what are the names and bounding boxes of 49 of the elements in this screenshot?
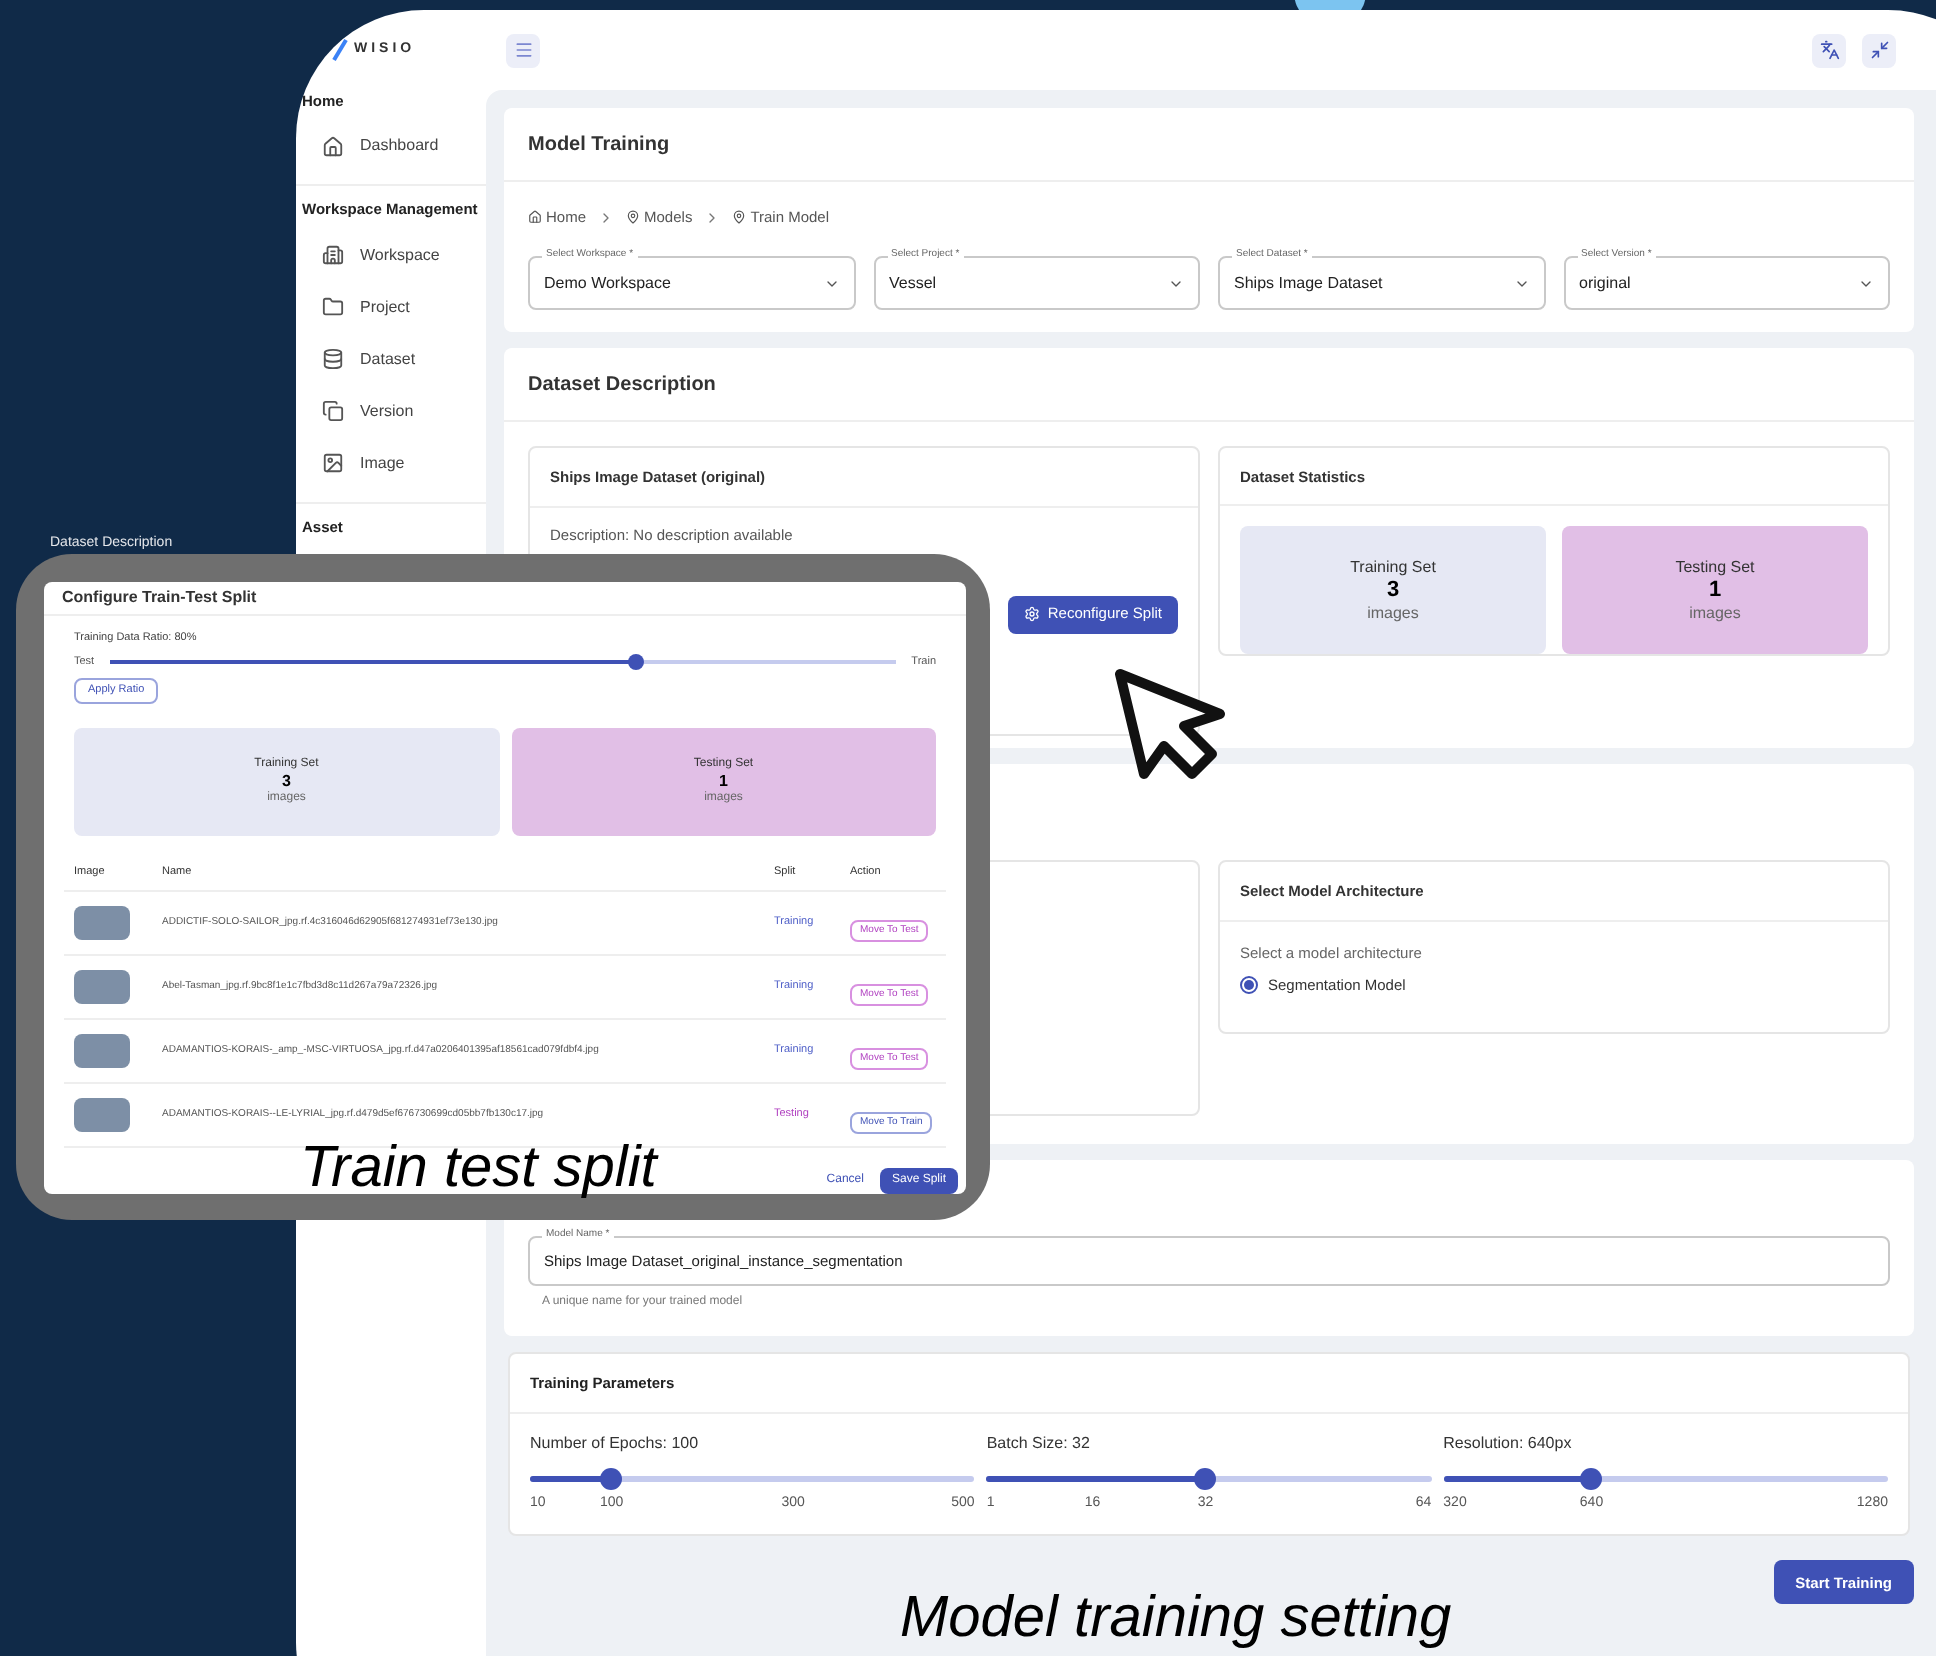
folder-icon (322, 296, 344, 318)
photo-placeholder (74, 970, 130, 1004)
photo-placeholder (74, 1098, 130, 1132)
home-icon (322, 135, 344, 158)
pin-icon (626, 210, 641, 225)
building-icon (322, 244, 344, 266)
modal-title: Configure Train-Test Split (62, 585, 257, 610)
slider-label: Resolution: 640px (1443, 1432, 1574, 1457)
logo-mark-icon (332, 38, 348, 62)
set-count: 1 (1708, 579, 1722, 602)
slider-label: Number of Epochs: 100 (530, 1432, 701, 1457)
fullscreen-button[interactable] (1862, 33, 1896, 67)
slider-label: Batch Size: 32 (986, 1432, 1092, 1457)
menu-button[interactable] (506, 33, 540, 67)
slider-thumb[interactable] (600, 1468, 623, 1491)
set-unit: images (1689, 601, 1741, 626)
home-icon (528, 210, 542, 225)
translate-button[interactable] (1812, 33, 1846, 67)
menu-icon (513, 40, 533, 60)
translate-icon (1819, 40, 1839, 60)
set-unit: images (1367, 601, 1419, 626)
set-count: 3 (1386, 579, 1400, 602)
set-count: 1 (719, 774, 728, 790)
settings-icon (1023, 606, 1040, 622)
slider-thumb[interactable] (1194, 1468, 1217, 1491)
sidebar-item[interactable]: Dataset (296, 333, 486, 385)
sidebar-item[interactable]: Dashboard (296, 120, 486, 173)
set-label: Training Set (1350, 555, 1436, 580)
sidebar-item[interactable]: Workspace (296, 229, 486, 281)
sidebar-item[interactable]: Version (296, 385, 486, 437)
caption: Train test split (300, 1134, 657, 1204)
copy-icon (322, 400, 344, 422)
section-title: Dataset Description (528, 371, 716, 400)
page-title: Model Training (528, 131, 670, 159)
slider-thumb[interactable] (1580, 1468, 1603, 1491)
set-count: 3 (282, 774, 291, 790)
slider-thumb[interactable] (628, 653, 645, 670)
photo-placeholder (74, 906, 130, 940)
photo-placeholder (74, 1034, 130, 1068)
pin-icon (732, 210, 747, 225)
sidebar-item[interactable]: Project (296, 281, 486, 333)
database-icon (322, 348, 344, 370)
fullscreen-icon (1869, 40, 1889, 60)
slider-track[interactable] (110, 659, 896, 664)
sidebar-item[interactable]: Image (296, 437, 486, 489)
caption: Model training setting (900, 1584, 1452, 1654)
image-icon (322, 452, 344, 474)
radio-button[interactable] (1240, 975, 1258, 994)
set-label: Testing Set (1675, 555, 1755, 580)
